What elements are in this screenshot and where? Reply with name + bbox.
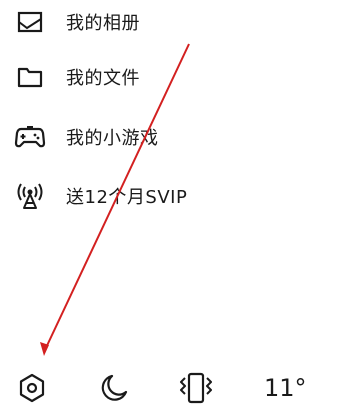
settings-button[interactable] xyxy=(14,370,50,406)
broadcast-tower-icon xyxy=(14,180,46,212)
menu-item-mini-games[interactable]: 我的小游戏 xyxy=(0,115,330,159)
menu-label-album: 我的相册 xyxy=(66,13,140,34)
weather-temperature: 11° xyxy=(264,374,307,402)
menu-label-svip-gift: 送12个月SVIP xyxy=(66,187,188,208)
menu-item-svip-gift[interactable]: 送12个月SVIP xyxy=(0,174,330,218)
menu-label-mini-games: 我的小游戏 xyxy=(66,128,159,149)
night-mode-button[interactable] xyxy=(96,370,132,406)
menu-item-files[interactable]: 我的文件 xyxy=(0,55,330,99)
photo-album-icon xyxy=(14,6,46,38)
moon-icon xyxy=(99,373,129,403)
menu-label-files: 我的文件 xyxy=(66,68,140,89)
bottom-toolbar: 11° xyxy=(0,360,364,410)
gamepad-icon xyxy=(14,121,46,153)
folder-icon xyxy=(14,61,46,93)
menu-item-album[interactable]: 我的相册 xyxy=(0,0,330,44)
weather-widget[interactable]: 11° xyxy=(264,370,324,406)
vibration-button[interactable] xyxy=(178,370,214,406)
hexagon-settings-icon xyxy=(17,372,47,404)
phone-vibrate-icon xyxy=(178,371,214,405)
